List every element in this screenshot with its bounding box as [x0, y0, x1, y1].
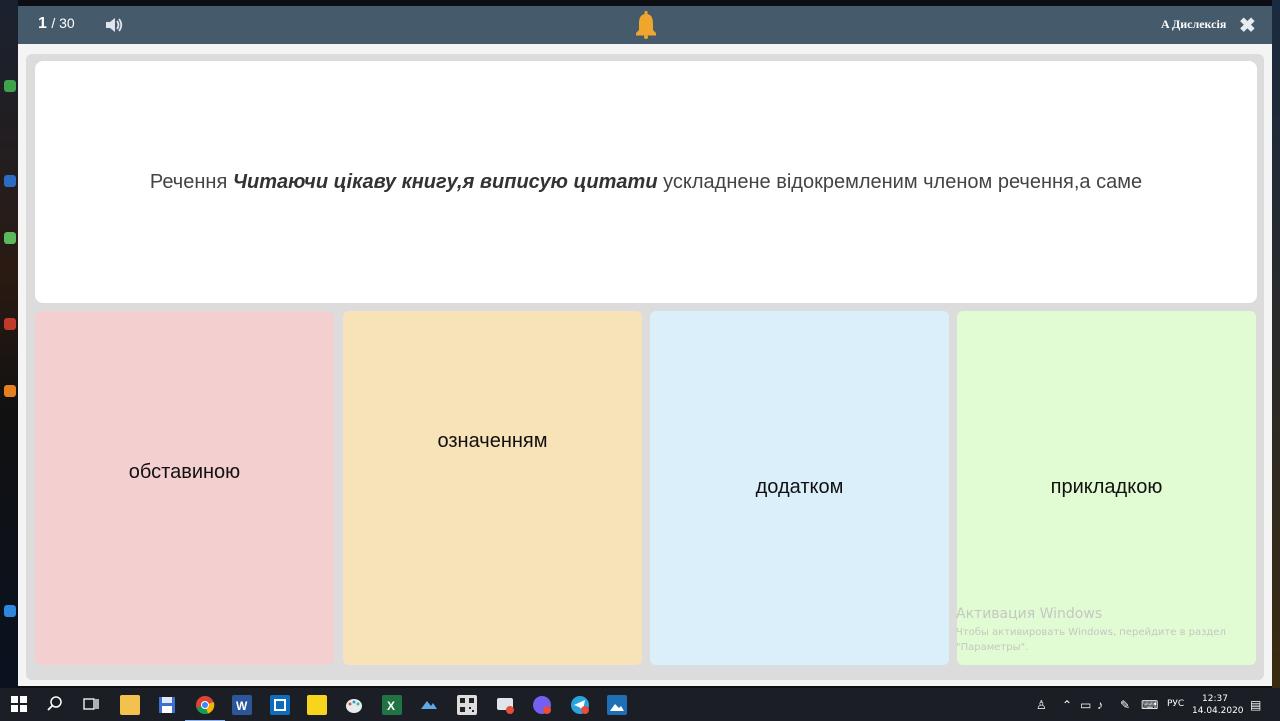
- image-viewer-icon[interactable]: [607, 695, 627, 715]
- input-language[interactable]: РУС: [1167, 699, 1184, 709]
- people-icon[interactable]: ♙: [1036, 698, 1047, 712]
- system-clock[interactable]: 12:37 14.04.2020: [1192, 693, 1244, 717]
- viber-icon[interactable]: [532, 695, 552, 715]
- desktop-icon[interactable]: [4, 175, 16, 187]
- outlook-icon[interactable]: [270, 695, 290, 715]
- desktop-icon[interactable]: [4, 232, 16, 244]
- desktop-left-strip: [0, 0, 18, 688]
- sticky-notes-icon[interactable]: [307, 695, 327, 715]
- word-icon[interactable]: W: [232, 695, 252, 715]
- task-view-icon[interactable]: [82, 695, 102, 715]
- svg-text:X: X: [387, 699, 395, 713]
- pen-icon[interactable]: ✎: [1120, 698, 1130, 712]
- network-icon[interactable]: ▭: [1080, 698, 1091, 712]
- svg-text:W: W: [236, 699, 248, 713]
- question-counter: 1 / 30: [38, 15, 75, 33]
- answer-option-1[interactable]: обставиною: [35, 311, 334, 665]
- answer-option-4[interactable]: прикладкою: [957, 311, 1256, 665]
- answer-label: прикладкою: [1050, 476, 1163, 498]
- question-card: Речення Читаючи цікаву книгу,я виписую ц…: [35, 61, 1257, 303]
- chrome-icon[interactable]: [185, 695, 225, 721]
- windows-taskbar: W X ♙ ⌃ ▭ ♪ ✎ ⌨ РУС 12:37 14.04.2020 ▤: [0, 688, 1280, 721]
- quiz-topbar: 1 / 30 A Дислексія ✖: [18, 6, 1272, 44]
- close-button[interactable]: ✖: [1239, 13, 1256, 38]
- clock-date: 14.04.2020: [1192, 706, 1244, 716]
- quiz-window: 1 / 30 A Дислексія ✖ Речення Читаючи цік…: [18, 6, 1272, 686]
- total-questions: / 30: [51, 15, 75, 31]
- search-icon[interactable]: [46, 695, 66, 715]
- question-suffix: ускладнене відокремленим членом речення,…: [657, 170, 1143, 193]
- dyslexia-toggle[interactable]: A Дислексія: [1161, 17, 1226, 32]
- question-prefix: Речення: [149, 170, 233, 193]
- answer-label: обставиною: [128, 461, 241, 483]
- desktop-right-strip: [1272, 0, 1280, 688]
- desktop-icon[interactable]: [4, 385, 16, 397]
- notification-button[interactable]: [635, 11, 657, 39]
- save-icon[interactable]: [157, 695, 177, 715]
- speaker-icon: [106, 18, 123, 32]
- photos-icon[interactable]: [419, 695, 439, 715]
- answer-option-2[interactable]: означенням: [343, 311, 642, 665]
- windows-start-icon[interactable]: [10, 695, 30, 715]
- telegram-icon[interactable]: [570, 695, 590, 715]
- desktop-icon[interactable]: [4, 80, 16, 92]
- excel-icon[interactable]: X: [382, 695, 402, 715]
- paint-icon[interactable]: [344, 695, 364, 715]
- notification-center-icon[interactable]: ▤: [1250, 698, 1261, 712]
- qr-icon[interactable]: [457, 695, 477, 715]
- question-emphasis: Читаючи цікаву книгу,я виписую цитати: [232, 170, 658, 193]
- file-explorer-icon[interactable]: [120, 695, 140, 715]
- screen-recorder-icon[interactable]: [495, 695, 515, 715]
- desktop-icon[interactable]: [4, 605, 16, 617]
- bell-icon: [636, 11, 656, 39]
- answer-label: додатком: [755, 476, 844, 498]
- quiz-board: Речення Читаючи цікаву книгу,я виписую ц…: [26, 54, 1264, 680]
- answer-option-3[interactable]: додатком: [650, 311, 949, 665]
- chevron-up-icon[interactable]: ⌃: [1062, 698, 1072, 712]
- answer-label: означенням: [437, 430, 548, 452]
- desktop-icon[interactable]: [4, 318, 16, 330]
- clock-time: 12:37: [1202, 694, 1228, 704]
- current-question-number: 1: [38, 15, 47, 32]
- sound-button[interactable]: [104, 16, 124, 34]
- volume-icon[interactable]: ♪: [1097, 698, 1103, 712]
- keyboard-icon[interactable]: ⌨: [1141, 698, 1158, 712]
